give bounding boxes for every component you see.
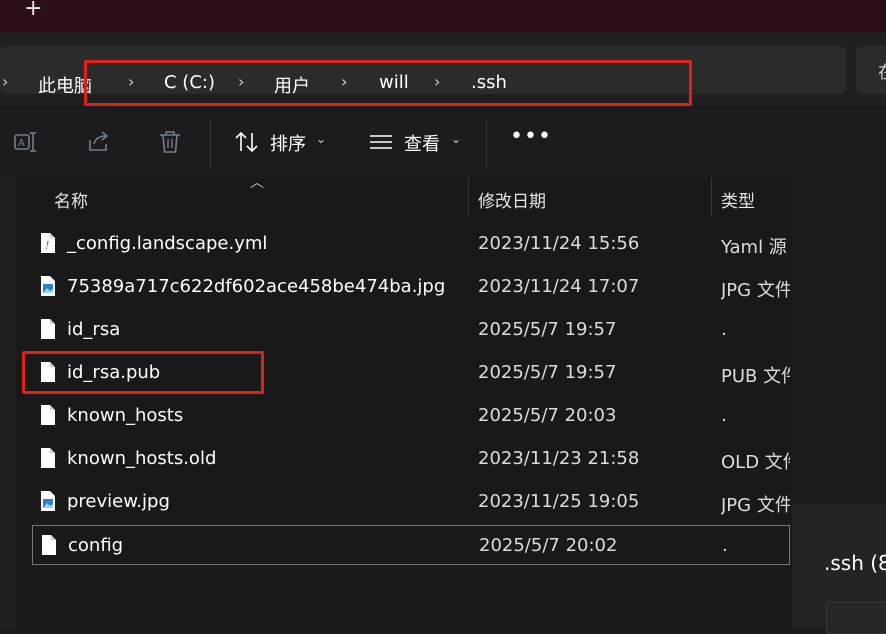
svg-text:!: ! [45, 239, 49, 252]
file-modified: 2025/5/7 19:57 [478, 319, 617, 340]
column-divider[interactable] [711, 178, 712, 216]
view-icon[interactable] [368, 130, 394, 154]
rename-icon[interactable]: A [13, 130, 39, 154]
file-name: known_hosts [67, 405, 184, 426]
file-type: Yaml 源 [721, 237, 787, 258]
share-icon[interactable] [86, 130, 112, 154]
image-file-icon [41, 491, 55, 511]
file-name: 75389a717c622df602ace458be474ba.jpg [67, 276, 446, 297]
file-modified: 2023/11/25 19:05 [478, 491, 640, 512]
svg-text:A: A [18, 138, 25, 149]
file-row[interactable]: id_rsa 2025/5/7 19:57 . [32, 310, 790, 350]
toolbar-divider [486, 118, 487, 170]
file-row[interactable]: known_hosts 2025/5/7 20:03 . [32, 396, 790, 436]
column-header-type[interactable]: 类型 [721, 187, 755, 212]
file-icon [41, 405, 55, 425]
column-divider[interactable] [468, 178, 469, 216]
search-input[interactable]: 在 [856, 46, 886, 94]
column-header-name[interactable]: 名称 [54, 187, 88, 212]
file-modified: 2025/5/7 20:02 [479, 535, 618, 556]
file-type: . [722, 535, 728, 556]
more-options-button[interactable]: ••• [510, 124, 552, 149]
file-name: _config.landscape.yml [67, 233, 268, 254]
file-row[interactable]: config 2025/5/7 20:02 . [32, 525, 790, 565]
file-name: config [68, 535, 124, 556]
image-file-icon [41, 276, 55, 296]
file-modified: 2025/5/7 19:57 [478, 362, 617, 383]
file-row[interactable]: ! _config.landscape.yml 2023/11/24 15:56… [32, 224, 790, 264]
toolbar-divider [210, 118, 211, 170]
annotation-box-path [84, 60, 692, 106]
file-row[interactable]: known_hosts.old 2023/11/23 21:58 OLD 文件 [32, 439, 790, 479]
file-name: id_rsa [67, 319, 121, 340]
file-type: . [721, 319, 727, 340]
annotation-box-id-rsa-pub [22, 351, 264, 394]
navigation-pane-edge [0, 178, 16, 628]
sort-ascending-icon: ︿ [250, 175, 264, 191]
sort-button[interactable]: 排序 [270, 130, 306, 156]
preview-area [792, 178, 886, 504]
chevron-right-icon[interactable]: › [2, 72, 8, 91]
file-modified: 2023/11/23 21:58 [478, 448, 640, 469]
file-icon [42, 535, 56, 555]
file-modified: 2023/11/24 15:56 [478, 233, 640, 254]
chevron-down-icon[interactable]: ⌄ [316, 132, 326, 146]
details-field[interactable] [826, 602, 886, 634]
column-header-modified[interactable]: 修改日期 [478, 187, 546, 212]
search-placeholder: 在 [878, 58, 886, 83]
file-type: JPG 文件 [721, 495, 790, 516]
file-type: JPG 文件 [721, 280, 790, 301]
file-list: ︿ 名称 修改日期 类型 ! _config.landscape.yml 202… [0, 175, 792, 628]
tab-bar: + [0, 0, 886, 32]
yaml-file-icon: ! [41, 233, 55, 253]
chevron-down-icon[interactable]: ⌄ [451, 132, 461, 146]
new-tab-button[interactable]: + [24, 0, 42, 21]
file-icon [41, 448, 55, 468]
file-type: . [721, 405, 727, 426]
file-row[interactable]: preview.jpg 2023/11/25 19:05 JPG 文件 [32, 482, 790, 522]
file-modified: 2023/11/24 17:07 [478, 276, 640, 297]
file-name: preview.jpg [67, 491, 170, 512]
file-row[interactable]: 75389a717c622df602ace458be474ba.jpg 2023… [32, 267, 790, 307]
view-button[interactable]: 查看 [404, 130, 440, 156]
file-type: PUB 文件 [721, 366, 790, 387]
file-name: known_hosts.old [67, 448, 217, 469]
details-title: .ssh (8 [824, 551, 886, 575]
command-bar: A 排序 ⌄ 查看 ⌄ ••• [0, 106, 886, 179]
file-icon [41, 319, 55, 339]
delete-icon[interactable] [157, 130, 183, 154]
sort-icon[interactable] [234, 130, 260, 154]
file-type: OLD 文件 [721, 452, 790, 473]
file-modified: 2025/5/7 20:03 [478, 405, 617, 426]
